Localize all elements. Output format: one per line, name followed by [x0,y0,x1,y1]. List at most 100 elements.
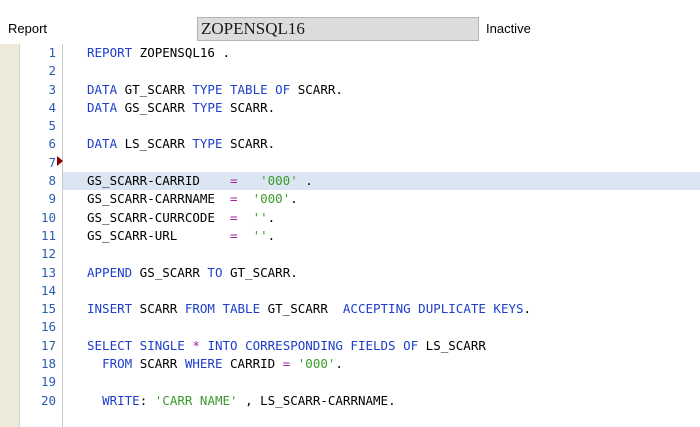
code-token: . [290,191,298,207]
code-line[interactable]: GS_SCARR-CARRNAME = '000'. [63,190,700,208]
code-token: WHERE [184,356,223,372]
code-token: DATA [87,99,118,115]
code-token: GT_SCARR [117,81,193,97]
code-line[interactable]: WRITE: 'CARR NAME' , LS_SCARR-CARRNAME. [63,392,700,410]
code-editor[interactable]: 1 2 3 4 5 6 7 8 9 10 11 12 13 14 15 16 17 18 19 20 REPORT Z… [0,44,700,427]
code-line[interactable] [63,154,700,172]
line-number: 15 [40,301,56,317]
code-line[interactable] [63,117,700,135]
code-line[interactable]: REPORT ZOPENSQL16 . [63,44,700,62]
code-token: GS_SCARR [117,99,193,115]
code-line[interactable]: GS_SCARR-CURRCODE = ''. [63,209,700,227]
line-number: 14 [40,282,56,298]
code-line[interactable] [63,62,700,80]
code-line[interactable] [63,282,700,300]
code-line[interactable]: APPEND GS_SCARR TO GT_SCARR. [63,264,700,282]
code-token: TYPE [192,136,223,152]
code-token: APPEND [87,264,133,280]
code-line[interactable]: DATA LS_SCARR TYPE SCARR. [63,135,700,153]
line-number: 17 [40,337,56,353]
code-line[interactable] [63,318,700,336]
line-number: 7 [48,154,56,170]
code-token: . [335,356,343,372]
line-number: 11 [40,227,56,243]
code-line[interactable]: SELECT SINGLE * INTO CORRESPONDING FIELD… [63,337,700,355]
line-number: 8 [48,173,56,189]
code-token: SCARR [132,301,185,317]
line-number: 20 [40,392,56,408]
line-number: 2 [48,63,56,79]
code-token: '000' [260,173,298,189]
code-token: SELECT SINGLE [87,337,185,353]
code-token: '000' [297,356,336,372]
code-token: . [267,209,276,225]
top-strip [0,0,700,8]
line-number: 3 [48,81,56,97]
code-token: '' [252,227,268,243]
code-token: = [230,173,238,189]
code-token: 'CARR NAME' [154,392,238,408]
code-token: TYPE [192,99,223,115]
code-token: GT_SCARR. [222,264,298,280]
code-token: SCARR [132,356,185,372]
code-token: : [139,392,155,408]
editor-gutter [0,44,20,427]
line-number: 16 [40,319,56,335]
code-line[interactable]: DATA GS_SCARR TYPE SCARR. [63,99,700,117]
line-number: 13 [40,264,56,280]
code-token: GS_SCARR-CURRCODE [87,209,230,225]
code-token: DATA [87,136,118,152]
code-token: GS_SCARR-CARRID [87,173,230,189]
code-token: GS_SCARR-CARRNAME [87,191,230,207]
code-line[interactable]: GS_SCARR-URL = ''. [63,227,700,245]
line-number: 18 [40,356,56,372]
code-token: = [230,227,238,243]
code-token: TYPE TABLE OF [192,81,291,97]
code-token: = [230,191,238,207]
code-token: LS_SCARR [117,136,193,152]
code-token: '000' [252,191,291,207]
code-line[interactable] [63,373,700,391]
line-numbers: 1 2 3 4 5 6 7 8 9 10 11 12 13 14 15 16 17 18 19 20 [20,44,58,410]
line-number: 5 [48,118,56,134]
code-token: FROM [102,356,133,372]
program-name-field: ZOPENSQL16 [197,17,479,41]
code-token: GS_SCARR-URL [87,227,230,243]
line-number: 19 [40,374,56,390]
code-token: TO [207,264,223,280]
code-line[interactable]: INSERT SCARR FROM TABLE GT_SCARR ACCEPTI… [63,300,700,318]
code-token: LS_SCARR [418,337,486,353]
code-token: '' [252,209,268,225]
code-token: SCARR. [222,136,276,152]
line-number: 9 [48,191,56,207]
code-token: CARRID [222,356,283,372]
code-token: ZOPENSQL16 . [132,45,230,60]
code-token: REPORT [87,45,133,60]
code-token: FROM TABLE [184,301,261,317]
code-line[interactable]: DATA GT_SCARR TYPE TABLE OF SCARR. [63,81,700,99]
breakpoint-marker-icon[interactable] [57,156,63,166]
line-number: 6 [48,136,56,152]
status-label: Inactive [486,21,531,36]
code-line[interactable] [63,245,700,263]
report-label: Report [8,21,48,36]
code-token: . [267,227,276,243]
code-token: . [523,301,532,317]
code-line[interactable]: FROM SCARR WHERE CARRID = '000'. [63,355,700,373]
code-token: SCARR. [290,81,343,97]
code-token: WRITE [102,392,140,408]
code-area[interactable]: REPORT ZOPENSQL16 . DATA GT_SCARR TYPE TA… [63,44,700,410]
code-token: . [297,173,313,189]
code-token: = [230,209,238,225]
code-line[interactable]: GS_SCARR-CARRID = '000' . [63,172,700,191]
code-token: INSERT [87,301,133,317]
code-token: INTO CORRESPONDING FIELDS OF [207,337,419,353]
code-token: DATA [87,81,118,97]
